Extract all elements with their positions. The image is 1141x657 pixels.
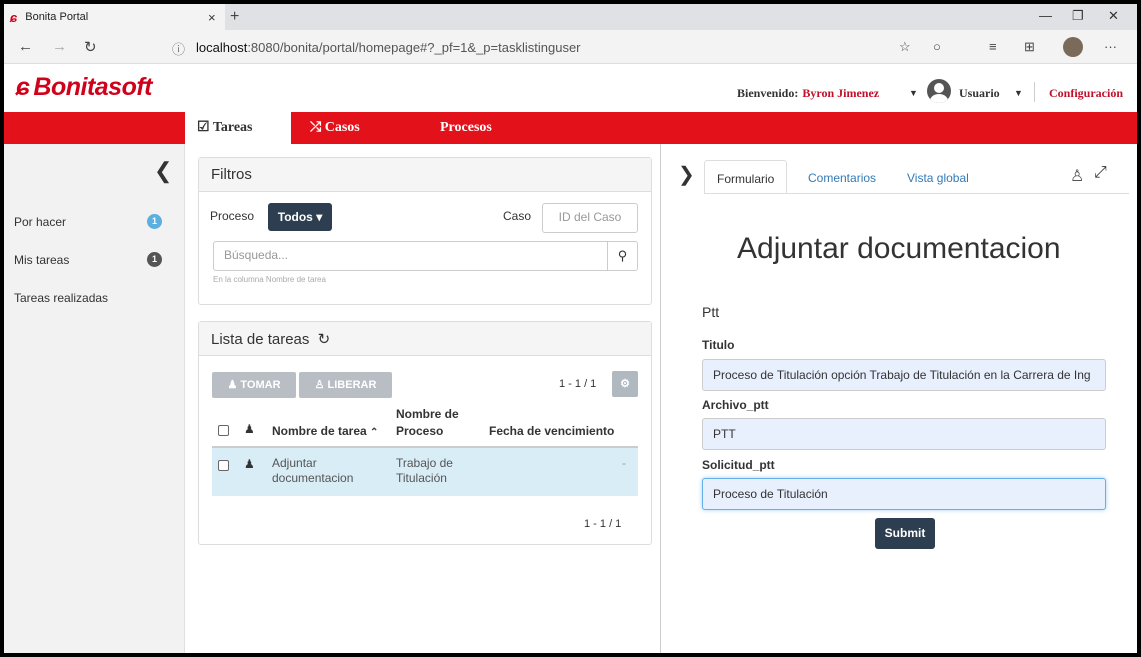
browser-tab[interactable]: ɕ Bonita Portal × — [4, 4, 225, 30]
sidebar-item-tareas-realizadas[interactable]: Tareas realizadas — [14, 291, 108, 305]
tab-title: Bonita Portal — [25, 11, 89, 23]
user-avatar-icon[interactable] — [927, 79, 951, 103]
caso-label: Caso — [503, 209, 532, 223]
tabs-underline — [704, 193, 1129, 194]
sidebar-item-por-hacer[interactable]: Por hacer — [14, 215, 66, 229]
tab-comentarios[interactable]: Comentarios — [796, 160, 888, 194]
person-outline-icon: ♙ — [314, 379, 325, 391]
mis-tareas-count-badge: 1 — [147, 252, 162, 267]
bonita-logo-icon: ɕ — [16, 73, 30, 101]
titulo-input[interactable]: Proceso de Titulación opción Trabajo de … — [702, 359, 1106, 391]
user-caret-icon[interactable]: ▼ — [909, 88, 918, 98]
tab-bar: ɕ Bonita Portal × + — ❐ ✕ — [4, 4, 1137, 30]
forward-icon[interactable]: → — [52, 38, 67, 55]
search-icon[interactable]: ⚲ — [607, 242, 637, 270]
window-close-icon[interactable]: ✕ — [1108, 8, 1119, 24]
pagination-bottom: 1 - 1 / 1 — [584, 518, 622, 530]
tab-close-icon[interactable]: × — [208, 10, 216, 25]
column-process-name-line1[interactable]: Nombre de — [396, 407, 459, 421]
browser-window: ɕ Bonita Portal × + — ❐ ✕ ← → ↻ ⓘ localh… — [4, 4, 1137, 653]
more-icon[interactable]: ··· — [1104, 39, 1117, 54]
user-name[interactable]: Byron Jimenez — [802, 86, 879, 100]
bonita-favicon-icon: ɕ — [10, 9, 18, 25]
row-task-name-line2[interactable]: documentacion — [272, 471, 353, 486]
address-bar: ← → ↻ ⓘ localhost:8080/bonita/portal/hom… — [4, 30, 1137, 64]
take-button[interactable]: ♟ TOMAR — [212, 372, 296, 398]
fullscreen-icon[interactable]: ⤢ — [1094, 164, 1107, 182]
menu-procesos[interactable]: Procesos — [428, 112, 504, 144]
header-divider — [1034, 82, 1035, 102]
assigned-column-icon: ♟ — [244, 422, 255, 436]
column-task-name[interactable]: Nombre de tarea ⌃ — [272, 424, 378, 438]
main-menu: ☑ Tareas ⤮ Casos Procesos — [4, 112, 1137, 144]
pagination-top: 1 - 1 / 1 — [559, 378, 597, 390]
back-icon[interactable]: ← — [18, 38, 33, 55]
favorite-star-icon[interactable]: ☆ — [899, 39, 911, 55]
search-hint: En la columna Nombre de tarea — [213, 275, 326, 284]
solicitud-ptt-label: Solicitud_ptt — [702, 458, 775, 472]
caret-down-icon: ▾ — [316, 210, 323, 224]
proceso-label: Proceso — [210, 209, 255, 223]
menu-tareas[interactable]: ☑ Tareas — [185, 112, 291, 144]
search-input[interactable]: Búsqueda... — [213, 241, 638, 271]
portal-header: ɕ Bonitasoft Bienvenido: Byron Jimenez ▼ U… — [4, 64, 1137, 112]
collapse-sidebar-icon[interactable]: ❮ — [154, 158, 172, 184]
configuration-link[interactable]: Configuración — [1049, 86, 1123, 101]
assigned-user-icon: ♟ — [244, 457, 255, 471]
tab-formulario[interactable]: Formulario — [704, 160, 788, 194]
profile-caret-icon[interactable]: ▼ — [1014, 88, 1023, 98]
menu-casos[interactable]: ⤮ Casos — [298, 112, 372, 144]
submit-button[interactable]: Submit — [875, 518, 935, 549]
refresh-icon[interactable]: ↻ — [84, 38, 97, 56]
assign-user-icon[interactable]: ♙ — [1070, 166, 1084, 186]
checkbox-icon: ☑ — [197, 120, 210, 135]
form-subtitle: Ptt — [702, 304, 720, 320]
titulo-label: Titulo — [702, 338, 735, 352]
sort-asc-icon: ⌃ — [370, 427, 379, 438]
settings-gear-icon[interactable]: ⚙ — [612, 371, 638, 397]
browser-profile-avatar[interactable] — [1063, 37, 1083, 57]
tab-vista-global[interactable]: Vista global — [895, 160, 981, 194]
new-tab-icon[interactable]: + — [230, 8, 239, 26]
minimize-icon[interactable]: — — [1039, 8, 1052, 23]
refresh-list-icon[interactable]: ↻ — [318, 331, 331, 348]
welcome-text: Bienvenido: Byron Jimenez — [737, 86, 880, 100]
column-process-name-line2[interactable]: Proceso — [396, 424, 443, 438]
release-button[interactable]: ♙ LIBERAR — [299, 372, 392, 398]
url-field[interactable]: localhost:8080/bonita/portal/homepage#?_… — [196, 40, 581, 55]
sidebar-item-mis-tareas[interactable]: Mis tareas — [14, 253, 69, 267]
shuffle-icon: ⤮ — [310, 120, 322, 135]
solicitud-ptt-input[interactable]: Proceso de Titulación — [702, 478, 1106, 510]
archivo-ptt-label: Archivo_ptt — [702, 398, 769, 412]
extension-icon[interactable]: ○ — [933, 39, 941, 54]
row-due-date: - — [622, 456, 626, 470]
tasklist-title: Lista de tareas — [211, 331, 310, 348]
person-icon: ♟ — [227, 379, 238, 391]
row-checkbox[interactable] — [218, 460, 229, 471]
row-task-name-line1[interactable]: Adjuntar — [272, 456, 317, 471]
restore-icon[interactable]: ❐ — [1072, 8, 1084, 24]
caso-id-input[interactable]: ID del Caso — [542, 203, 638, 233]
expand-panel-icon[interactable]: ❯ — [678, 162, 695, 187]
por-hacer-count-badge: 1 — [147, 214, 162, 229]
filters-title: Filtros — [199, 158, 651, 192]
form-title: Adjuntar documentacion — [737, 232, 1061, 265]
site-info-icon[interactable]: ⓘ — [172, 39, 185, 58]
row-process-name-line2: Titulación — [396, 471, 447, 485]
select-all-checkbox[interactable] — [218, 425, 229, 436]
tasklist-header: Lista de tareas ↻ — [199, 322, 651, 356]
favorites-list-icon[interactable]: ≡ — [989, 39, 997, 54]
profile-selector[interactable]: Usuario — [959, 86, 1000, 101]
column-due-date[interactable]: Fecha de vencimiento — [489, 424, 614, 438]
archivo-ptt-input[interactable]: PTT — [702, 418, 1106, 450]
bonitasoft-logo[interactable]: ɕ Bonitasoft — [16, 73, 153, 102]
center-panel: Filtros Proceso Todos ▾ Caso ID del Caso… — [186, 144, 658, 653]
proceso-dropdown[interactable]: Todos ▾ — [268, 203, 332, 231]
collections-icon[interactable]: ⊞ — [1024, 39, 1035, 55]
row-process-name-line1: Trabajo de — [396, 456, 453, 470]
